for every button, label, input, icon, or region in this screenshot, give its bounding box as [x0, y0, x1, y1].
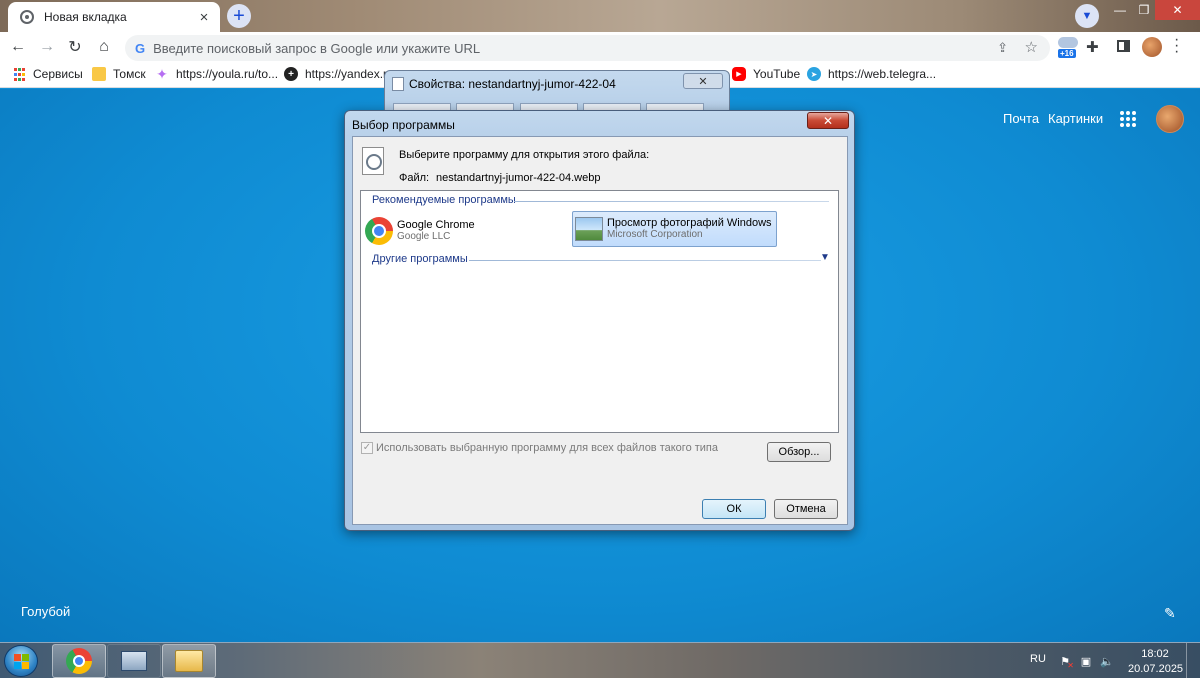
always-use-label: Использовать выбранную программу для все…	[376, 442, 718, 454]
yandex-icon: +	[284, 67, 298, 81]
start-button[interactable]	[4, 645, 38, 677]
gmail-link[interactable]: Почта	[1003, 111, 1039, 126]
share-icon[interactable]: ⇪	[997, 40, 1008, 56]
windows-taskbar: RU ⚑ ▣ 🔈 18:02 20.07.2025	[0, 642, 1200, 678]
program-list[interactable]: Рекомендуемые программы Google Chrome Go…	[360, 190, 839, 433]
weather-extension-icon[interactable]: +16	[1056, 35, 1080, 61]
customize-pencil-icon[interactable]: ✎	[1164, 605, 1176, 622]
tab-search-chevron-icon[interactable]: ▼	[1075, 4, 1099, 28]
folder-icon	[175, 650, 203, 672]
reload-icon[interactable]: ↻	[63, 35, 87, 59]
profile-avatar[interactable]	[1142, 37, 1162, 57]
omnibox[interactable]: G ⇪ ☆	[125, 35, 1050, 61]
chevron-down-icon[interactable]: ▼	[820, 252, 830, 263]
apps-grid-icon	[12, 67, 26, 81]
dialog-prompt: Выберите программу для открытия этого фа…	[399, 149, 650, 161]
volume-icon[interactable]: 🔈	[1100, 655, 1114, 668]
ok-button[interactable]: ОК	[702, 499, 766, 519]
chrome-menu-icon[interactable]: · · ·	[1174, 32, 1179, 60]
home-icon[interactable]: ⌂	[92, 35, 116, 59]
bookmark-telegram[interactable]: ➤ https://web.telegra...	[807, 67, 936, 81]
program-item-windows-photo-viewer[interactable]: Просмотр фотографий Windows Microsoft Co…	[572, 211, 777, 247]
browser-tab-strip: Новая вкладка × + ▼ — ❐ ✕	[0, 0, 1200, 32]
tab-close-icon[interactable]: ×	[196, 9, 212, 26]
chrome-tab-icon	[20, 10, 34, 24]
weather-badge: +16	[1058, 49, 1076, 58]
omnibox-input[interactable]	[153, 40, 974, 56]
program-name: Google Chrome	[397, 219, 475, 231]
clock-date[interactable]: 20.07.2025	[1128, 663, 1183, 675]
bookmark-youla[interactable]: ✦ https://youla.ru/to...	[155, 65, 278, 82]
chrome-icon	[66, 648, 92, 674]
taskbar-explorer-button[interactable]	[162, 644, 216, 678]
bookmark-star-icon[interactable]: ☆	[1025, 38, 1038, 56]
browser-toolbar: ← → ↻ ⌂ G ⇪ ☆ +16 ✚ ···	[0, 32, 1200, 62]
open-with-dialog: Выбор программы ✕ Выберите программу для…	[344, 110, 855, 531]
tab-title: Новая вкладка	[44, 10, 127, 24]
always-use-checkbox[interactable]: ✓	[361, 442, 373, 454]
file-label: Файл:	[399, 172, 430, 184]
program-vendor: Google LLC	[397, 231, 451, 242]
bookmark-youtube[interactable]: ▶ YouTube	[732, 67, 800, 81]
language-indicator[interactable]: RU	[1030, 653, 1046, 665]
side-panel-icon[interactable]	[1117, 40, 1130, 52]
folder-icon	[92, 67, 106, 81]
sparkle-icon: ✦	[156, 65, 168, 82]
cancel-button[interactable]: Отмена	[774, 499, 838, 519]
recommended-programs-header[interactable]: Рекомендуемые программы	[372, 194, 516, 206]
new-tab-button[interactable]: +	[227, 4, 251, 28]
photo-viewer-icon	[575, 217, 603, 241]
group-divider	[469, 260, 821, 261]
google-apps-icon[interactable]	[1120, 111, 1136, 127]
taskbar-remote-desktop-button[interactable]	[107, 644, 161, 678]
browser-tab-new-tab[interactable]: Новая вкладка ×	[8, 2, 220, 32]
program-name: Просмотр фотографий Windows	[607, 217, 772, 229]
extensions-puzzle-icon[interactable]: ✚	[1086, 38, 1099, 56]
taskbar-chrome-button[interactable]	[52, 644, 106, 678]
other-programs-header[interactable]: Другие программы	[372, 253, 468, 265]
action-center-flag-icon[interactable]: ⚑	[1058, 655, 1074, 671]
program-item-google-chrome[interactable]: Google Chrome Google LLC	[365, 213, 565, 249]
google-g-icon: G	[135, 40, 146, 56]
bookmark-yandex[interactable]: + https://yandex.ru	[284, 67, 394, 81]
chrome-icon	[365, 217, 393, 245]
dialog-close-button[interactable]: ✕	[807, 112, 849, 129]
file-magnifier-icon	[362, 147, 384, 175]
theme-name[interactable]: Голубой	[21, 604, 70, 619]
group-divider	[514, 201, 829, 202]
images-link[interactable]: Картинки	[1048, 111, 1103, 126]
properties-close-icon[interactable]: ✕	[683, 73, 723, 89]
window-restore-button[interactable]: ❐	[1130, 0, 1158, 20]
file-name: nestandartnyj-jumor-422-04.webp	[436, 172, 601, 184]
network-icon[interactable]: ▣	[1079, 655, 1093, 668]
browse-button[interactable]: Обзор...	[767, 442, 831, 462]
properties-window-title: Свойства: nestandartnyj-jumor-422-04	[409, 77, 616, 91]
dialog-title: Выбор программы	[352, 118, 455, 132]
account-avatar[interactable]	[1156, 105, 1184, 133]
back-arrow-icon[interactable]: ←	[6, 35, 30, 59]
youtube-icon: ▶	[732, 67, 746, 81]
show-desktop-button[interactable]	[1186, 643, 1200, 678]
bookmark-tomsk-folder[interactable]: Томск	[92, 67, 146, 81]
file-icon	[392, 77, 404, 91]
forward-arrow-icon[interactable]: →	[35, 35, 59, 59]
window-close-button[interactable]: ✕	[1155, 0, 1200, 20]
telegram-icon: ➤	[807, 67, 821, 81]
bookmark-services[interactable]: Сервисы	[12, 67, 83, 81]
clock-time[interactable]: 18:02	[1140, 648, 1170, 660]
remote-desktop-icon	[121, 651, 147, 671]
program-vendor: Microsoft Corporation	[607, 229, 703, 240]
dialog-body: Выберите программу для открытия этого фа…	[352, 136, 848, 525]
